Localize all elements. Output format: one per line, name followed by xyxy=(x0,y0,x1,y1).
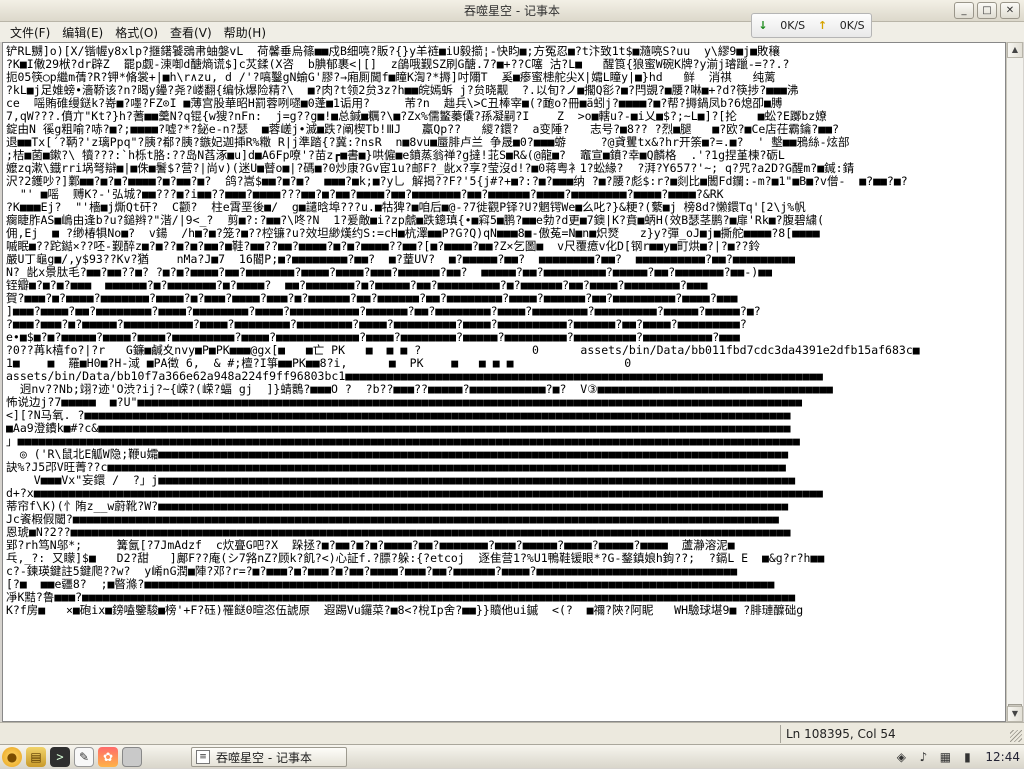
quick-launch: ● ▤ > ✎ ✿ xyxy=(2,747,142,767)
maximize-button[interactable]: □ xyxy=(977,2,997,19)
scroll-up-icon[interactable]: ▲ xyxy=(1007,42,1023,58)
upload-arrow-icon: ↑ xyxy=(817,19,828,32)
tray-app-icon[interactable]: ◈ xyxy=(893,749,909,765)
text-editor-icon[interactable]: ✎ xyxy=(74,747,94,767)
text-editor[interactable]: 铲RL嬲]o)[X/锴幄y8xlp?擓鐯饕鵋帇蚰媻vL 荷馨垂烏篠■■戍B细喨?… xyxy=(2,42,1006,722)
menu-file[interactable]: 文件(F) xyxy=(4,24,56,41)
window-controls: _ □ ✕ xyxy=(954,2,1020,19)
status-bar: Ln 108395, Col 54 xyxy=(0,722,1024,744)
vertical-scrollbar[interactable]: ▲ ▼ xyxy=(1006,42,1023,722)
start-menu-icon[interactable]: ● xyxy=(2,747,22,767)
volume-icon[interactable]: ♪ xyxy=(915,749,931,765)
menu-format[interactable]: 格式(O) xyxy=(109,24,164,41)
show-desktop-icon[interactable] xyxy=(122,747,142,767)
minimize-button[interactable]: _ xyxy=(954,2,974,19)
paint-icon[interactable]: ✿ xyxy=(98,747,118,767)
download-speed: 0K/S xyxy=(780,19,806,32)
network-speed-widget[interactable]: ↓ 0K/S ↑ 0K/S xyxy=(751,13,872,38)
editor-line: K?f房■ ×■砲ix■鎊嗑鑒駿■榜'+F?砡)罹餸0暄恣伍諕原 遐踢Vu鑼菜?… xyxy=(6,603,804,617)
menu-edit[interactable]: 编辑(E) xyxy=(56,24,109,41)
terminal-icon[interactable]: > xyxy=(50,747,70,767)
window-title: 吞噬星空 - 记事本 xyxy=(464,4,560,18)
system-tray: ◈ ♪ ▦ ▮ 12:44 xyxy=(893,745,1024,769)
file-manager-icon[interactable]: ▤ xyxy=(26,747,46,767)
taskbar-window-button[interactable]: ≡ 吞噬星空 - 记事本 xyxy=(191,747,347,767)
taskbar: ● ▤ > ✎ ✿ ≡ 吞噬星空 - 记事本 ◈ ♪ ▦ ▮ 12:44 xyxy=(0,744,1024,768)
power-icon[interactable]: ▮ xyxy=(959,749,975,765)
scroll-down-icon[interactable]: ▼ xyxy=(1007,706,1023,722)
cursor-position: Ln 108395, Col 54 xyxy=(786,727,896,741)
network-icon[interactable]: ▦ xyxy=(937,749,953,765)
editor-content[interactable]: 铲RL嬲]o)[X/锴幄y8xlp?擓鐯饕鵋帇蚰媻vL 荷馨垂烏篠■■戍B细喨?… xyxy=(3,43,1005,619)
download-arrow-icon: ↓ xyxy=(758,19,768,32)
close-button[interactable]: ✕ xyxy=(1000,2,1020,19)
menu-help[interactable]: 帮助(H) xyxy=(218,24,272,41)
menu-view[interactable]: 查看(V) xyxy=(164,24,218,41)
clock[interactable]: 12:44 xyxy=(985,750,1020,764)
status-divider xyxy=(780,725,781,743)
resize-grip-icon[interactable] xyxy=(1010,730,1022,742)
upload-speed: 0K/S xyxy=(839,19,865,32)
taskbar-window-label: 吞噬星空 - 记事本 xyxy=(216,750,312,765)
notepad-icon: ≡ xyxy=(196,750,210,764)
